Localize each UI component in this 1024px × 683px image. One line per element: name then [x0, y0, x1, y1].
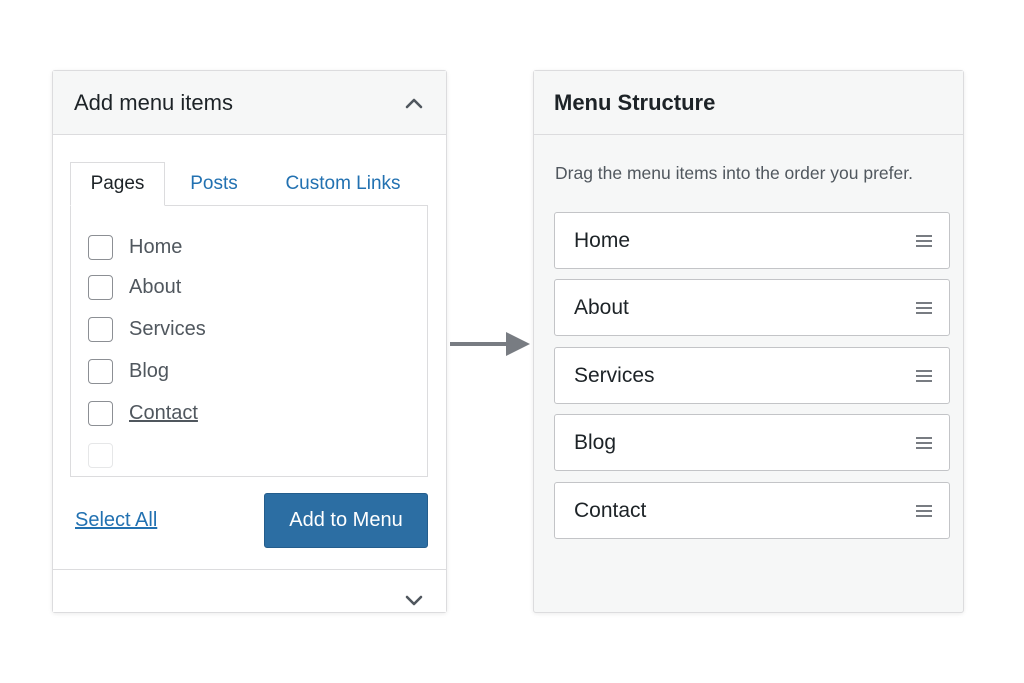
arrow-right-icon [450, 332, 530, 356]
menu-item-label: Contact [574, 498, 647, 522]
page-checkbox-contact[interactable] [88, 400, 113, 426]
panel-title: Menu Structure [554, 89, 716, 115]
menu-item-about[interactable]: About [554, 279, 950, 336]
drag-handle-icon[interactable] [916, 234, 932, 248]
tab-posts[interactable]: Posts [188, 162, 240, 206]
page-checkbox-services[interactable] [88, 316, 113, 342]
menu-item-label: About [574, 295, 629, 319]
select-all-link[interactable]: Select All [75, 509, 157, 532]
chevron-up-icon[interactable] [404, 93, 424, 113]
page-label: Contact [129, 401, 198, 424]
add-menu-items-panel: Add menu items Pages Posts Custom Links … [52, 70, 447, 613]
tab-pages[interactable]: Pages [70, 162, 165, 206]
menu-item-services[interactable]: Services [554, 347, 950, 404]
page-checkbox-about[interactable] [88, 274, 113, 300]
menu-item-label: Blog [574, 430, 617, 454]
menu-item-contact[interactable]: Contact [554, 482, 950, 539]
list-item[interactable]: Contact [88, 400, 198, 426]
menu-structure-panel: Menu Structure Drag the menu items into … [533, 70, 964, 613]
add-to-menu-button[interactable]: Add to Menu [264, 493, 428, 548]
page-label: Home [129, 235, 183, 258]
drag-handle-icon[interactable] [916, 369, 932, 383]
drag-handle-icon[interactable] [916, 504, 932, 518]
menu-structure-header: Menu Structure [534, 71, 963, 135]
list-item[interactable]: Home [88, 234, 182, 260]
page-label: About [129, 275, 182, 298]
list-item[interactable]: Blog [88, 358, 169, 384]
page-checkbox-home[interactable] [88, 234, 113, 260]
menu-item-label: Home [574, 228, 631, 252]
chevron-down-icon[interactable] [404, 590, 424, 610]
page-checkbox-blog[interactable] [88, 358, 113, 384]
drag-handle-icon[interactable] [916, 301, 932, 315]
pages-checklist: Home About Services Blog Contact [70, 205, 428, 477]
menu-item-blog[interactable]: Blog [554, 414, 950, 471]
page-label: Services [129, 317, 206, 340]
tab-custom-links[interactable]: Custom Links [275, 162, 411, 206]
menu-item-label: Services [574, 363, 655, 387]
panel-title: Add menu items [74, 89, 233, 115]
add-menu-items-header[interactable]: Add menu items [53, 71, 446, 135]
drag-handle-icon[interactable] [916, 436, 932, 450]
panel-footer [53, 569, 446, 612]
instructions-text: Drag the menu items into the order you p… [555, 163, 913, 183]
list-item[interactable] [88, 442, 113, 468]
tab-bar: Pages Posts Custom Links [70, 162, 427, 206]
menu-item-home[interactable]: Home [554, 212, 950, 269]
page-label: Blog [129, 359, 170, 382]
list-item[interactable]: Services [88, 316, 206, 342]
list-item[interactable]: About [88, 274, 181, 300]
page-checkbox-partial[interactable] [88, 442, 113, 468]
